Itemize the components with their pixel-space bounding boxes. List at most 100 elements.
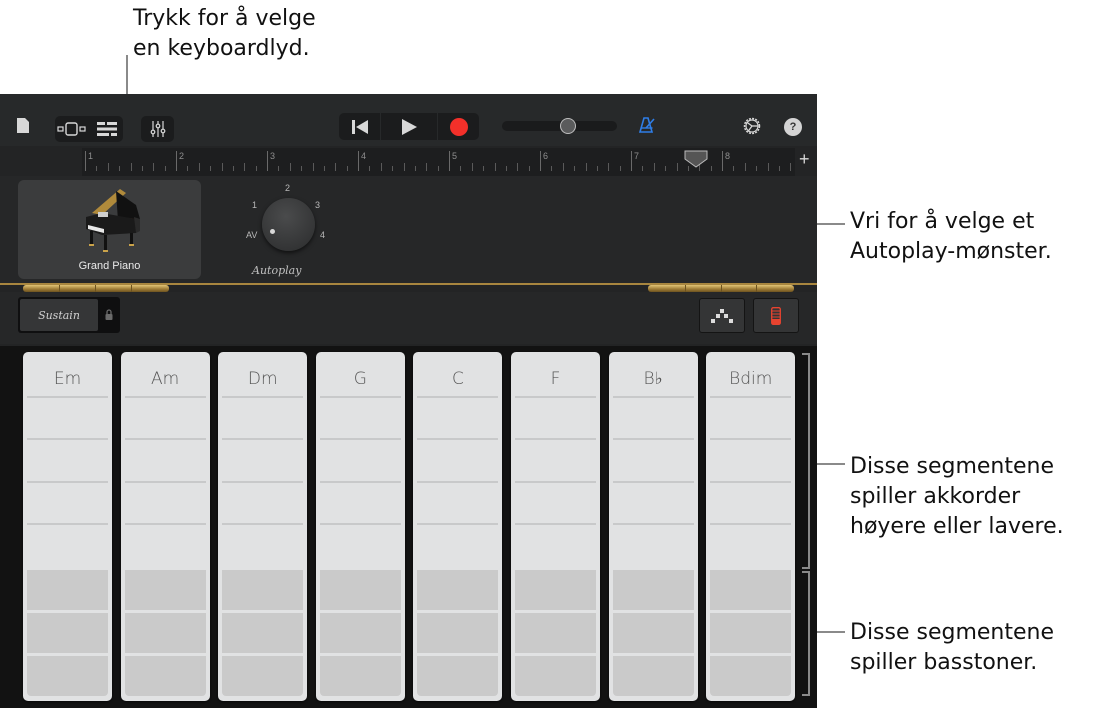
settings-button[interactable]	[740, 114, 764, 138]
ruler-bar-line	[540, 151, 541, 171]
my-songs-button[interactable]	[12, 114, 34, 136]
ruler-tick	[278, 166, 280, 171]
autoplay-label: Autoplay	[252, 264, 302, 277]
sustain-control[interactable]: Sustain	[18, 297, 120, 333]
bass-segment[interactable]	[710, 656, 792, 696]
autoplay-position-4[interactable]: 4	[320, 230, 325, 240]
bass-segment[interactable]	[27, 570, 108, 610]
bass-segment[interactable]	[222, 613, 304, 653]
chord-segment-divider	[515, 438, 596, 440]
instrument-selector[interactable]: Grand Piano	[18, 180, 201, 279]
bass-segment[interactable]	[222, 570, 304, 610]
tracks-view-button[interactable]	[90, 116, 124, 142]
master-volume-slider[interactable]	[502, 118, 617, 134]
arpeggiator-button[interactable]	[699, 298, 745, 333]
bass-segment[interactable]	[124, 570, 206, 610]
chord-strip[interactable]: Am	[120, 352, 210, 701]
ruler-tick	[517, 163, 519, 171]
chord-label: G	[353, 369, 367, 389]
sustain-button[interactable]: Sustain	[20, 299, 98, 331]
mixer-button-inner[interactable]	[141, 116, 174, 142]
ruler-tick	[437, 166, 439, 171]
bass-segment[interactable]	[27, 656, 108, 696]
chord-strip[interactable]: G	[315, 352, 405, 701]
bass-segment[interactable]	[417, 613, 499, 653]
chord-strip[interactable]: F	[511, 352, 600, 701]
chord-segment-divider	[417, 396, 499, 398]
record-button[interactable]	[438, 113, 479, 140]
ruler-tick	[369, 166, 371, 171]
go-to-beginning-button[interactable]	[339, 113, 381, 140]
chord-segment-divider	[124, 523, 206, 525]
ruler-tick	[744, 163, 746, 171]
autoplay-position-2[interactable]: 2	[285, 183, 290, 193]
browser-button[interactable]	[55, 116, 89, 142]
ruler-tick	[551, 166, 553, 171]
ruler-tick	[778, 166, 780, 171]
ruler-tick	[653, 163, 655, 171]
autoplay-position-3[interactable]: 3	[315, 200, 320, 210]
chord-strip[interactable]: B♭	[608, 352, 698, 701]
mixer-button[interactable]	[141, 116, 174, 142]
bass-segment[interactable]	[515, 613, 596, 653]
bass-segment[interactable]	[710, 613, 792, 653]
add-section-button[interactable]: +	[799, 150, 810, 168]
help-button[interactable]: ?	[784, 118, 802, 136]
bass-segment[interactable]	[417, 656, 499, 696]
chord-segment-divider	[612, 396, 694, 398]
ruler-bar-line	[358, 151, 359, 171]
chord-segment-divider	[27, 396, 108, 398]
chord-segment-divider	[612, 438, 694, 440]
garageband-smart-keyboard: ? 12345678 + Grand Piano 2 1 3 AV 4 Auto…	[0, 94, 817, 708]
bass-segment[interactable]	[319, 570, 401, 610]
chord-strip[interactable]: C	[413, 352, 503, 701]
bass-segment[interactable]	[417, 570, 499, 610]
ruler-bar-line	[631, 151, 632, 171]
chord-segments-bracket	[802, 353, 810, 569]
metronome-button[interactable]	[636, 114, 658, 136]
ruler-tick	[733, 166, 735, 171]
volume-knob[interactable]	[560, 118, 576, 134]
callout-line: Disse segmentene	[850, 454, 1055, 479]
bass-segment[interactable]	[515, 656, 596, 696]
chord-segment-divider	[319, 438, 401, 440]
bass-segment[interactable]	[222, 656, 304, 696]
chord-strip[interactable]: Dm	[218, 352, 308, 701]
tracks-view-icon	[97, 122, 117, 136]
autoplay-knob[interactable]	[262, 198, 315, 251]
bass-segment[interactable]	[124, 613, 206, 653]
callout-line: Autoplay-mønster.	[850, 239, 1052, 264]
bass-segment[interactable]	[515, 570, 596, 610]
bass-segment[interactable]	[124, 656, 206, 696]
lock-icon[interactable]	[105, 309, 113, 320]
ruler-tick	[346, 166, 348, 171]
ruler-tick	[323, 166, 325, 171]
callout-chords: Disse segmentene spiller akkorder høyere…	[850, 452, 1064, 542]
play-button[interactable]	[382, 113, 438, 140]
bass-segment[interactable]	[612, 656, 694, 696]
chord-strip[interactable]: Bdim	[706, 352, 796, 701]
bass-segment[interactable]	[319, 613, 401, 653]
autoplay-position-off[interactable]: AV	[246, 230, 257, 240]
chord-segment-divider	[515, 481, 596, 483]
ruler-tick	[665, 166, 667, 171]
ruler-tick	[562, 163, 564, 171]
playhead-handle[interactable]	[684, 150, 708, 168]
controls-panel	[0, 292, 817, 344]
ruler-tick	[596, 166, 598, 171]
bass-segment[interactable]	[612, 613, 694, 653]
chord-segment-divider	[417, 481, 499, 483]
bass-segment[interactable]	[710, 570, 792, 610]
chord-strip[interactable]: Em	[23, 352, 112, 701]
bass-segment[interactable]	[319, 656, 401, 696]
callout-line: en keyboardlyd.	[133, 36, 310, 61]
ruler-bar-number: 3	[270, 151, 276, 161]
settings-icon	[743, 117, 761, 135]
chord-strips-button[interactable]	[753, 298, 799, 333]
chord-segment-divider	[222, 481, 304, 483]
ruler-tick	[471, 163, 473, 171]
autoplay-position-1[interactable]: 1	[252, 200, 257, 210]
bass-segment[interactable]	[27, 613, 108, 653]
ruler-tick	[119, 166, 121, 171]
bass-segment[interactable]	[612, 570, 694, 610]
